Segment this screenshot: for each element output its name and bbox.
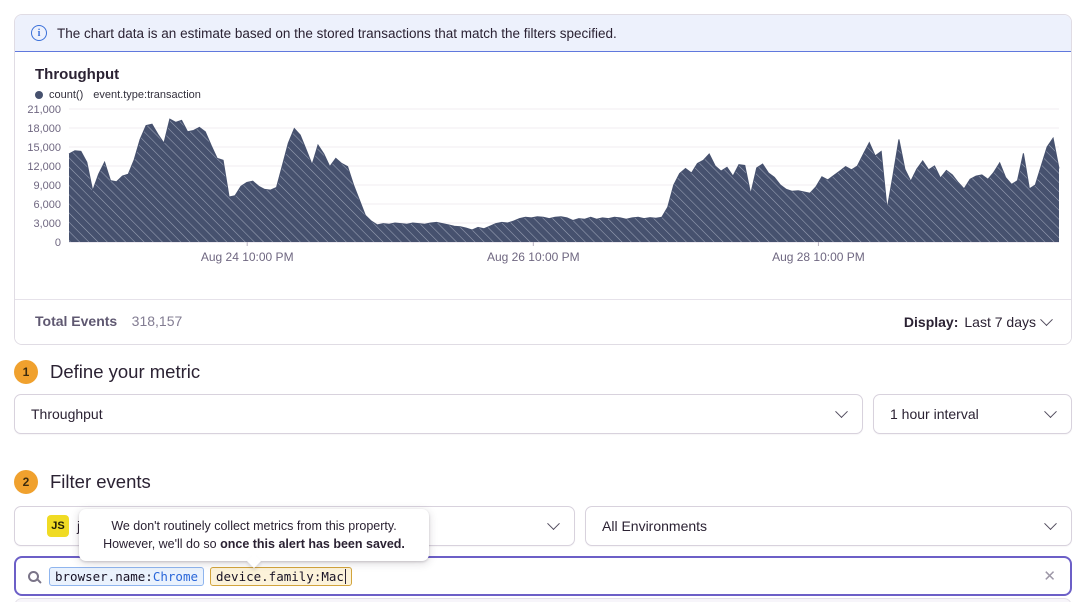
svg-text:12,000: 12,000 xyxy=(27,161,61,173)
search-token-list[interactable]: browser.name:Chrome device.family:Mac xyxy=(49,567,1033,586)
section-filter-events: 2 Filter events xyxy=(14,470,151,494)
step-2-badge: 2 xyxy=(14,470,38,494)
step-1-badge: 1 xyxy=(14,360,38,384)
info-banner: i The chart data is an estimate based on… xyxy=(15,15,1071,52)
svg-text:18,000: 18,000 xyxy=(27,123,61,135)
info-banner-text: The chart data is an estimate based on t… xyxy=(57,26,617,41)
throughput-area-chart: 0 3,000 6,000 9,000 12,000 15,000 18,000 21,000… xyxy=(21,101,1065,267)
interval-select-value: 1 hour interval xyxy=(890,406,979,422)
chevron-down-icon xyxy=(835,405,848,418)
section-2-title: Filter events xyxy=(50,471,151,493)
svg-text:9,000: 9,000 xyxy=(33,180,61,192)
display-value: Last 7 days xyxy=(964,314,1036,330)
legend-filter-label: event.type:transaction xyxy=(93,89,201,101)
interval-select[interactable]: 1 hour interval xyxy=(873,394,1072,434)
chart-legend: count() event.type:transaction xyxy=(21,89,1065,101)
chart-footer: Total Events 318,157 Display: Last 7 day… xyxy=(15,299,1071,344)
section-1-title: Define your metric xyxy=(50,361,200,383)
metric-select-value: Throughput xyxy=(31,406,103,422)
chevron-down-icon xyxy=(547,517,560,530)
svg-text:21,000: 21,000 xyxy=(27,104,61,116)
search-icon xyxy=(28,571,39,582)
tooltip-line1: We don't routinely collect metrics from … xyxy=(111,519,396,533)
svg-text:6,000: 6,000 xyxy=(33,199,61,211)
svg-text:Aug 26 10:00 PM: Aug 26 10:00 PM xyxy=(487,250,580,264)
filter-token[interactable]: device.family:Mac xyxy=(210,567,352,586)
environment-select[interactable]: All Environments xyxy=(585,506,1072,546)
total-events-value: 318,157 xyxy=(132,313,183,329)
next-panel-edge xyxy=(14,598,1072,602)
tooltip-line2: However, we'll do so xyxy=(103,537,220,551)
property-warning-tooltip: We don't routinely collect metrics from … xyxy=(79,509,429,561)
info-icon: i xyxy=(31,25,47,41)
metric-select[interactable]: Throughput xyxy=(14,394,863,434)
chevron-down-icon xyxy=(1044,405,1057,418)
environment-select-value: All Environments xyxy=(602,518,707,534)
legend-series-label: count() xyxy=(49,89,83,101)
chart-panel: i The chart data is an estimate based on… xyxy=(14,14,1072,345)
section-define-metric: 1 Define your metric xyxy=(14,360,200,384)
display-period-dropdown[interactable]: Display: Last 7 days xyxy=(904,314,1051,330)
javascript-platform-icon: JS xyxy=(47,515,69,537)
clear-search-icon[interactable]: ✕ xyxy=(1041,567,1058,586)
chevron-down-icon xyxy=(1044,517,1057,530)
series-dot-icon xyxy=(35,91,43,99)
filter-token[interactable]: browser.name:Chrome xyxy=(49,567,204,586)
filter-search-input[interactable]: browser.name:Chrome device.family:Mac ✕ xyxy=(14,556,1072,596)
chart-title: Throughput xyxy=(21,66,1065,83)
total-events-label: Total Events xyxy=(35,313,117,329)
svg-text:Aug 28 10:00 PM: Aug 28 10:00 PM xyxy=(772,250,865,264)
chevron-down-icon xyxy=(1040,313,1053,326)
tooltip-line2-bold: once this alert has been saved. xyxy=(220,537,405,551)
svg-text:Aug 24 10:00 PM: Aug 24 10:00 PM xyxy=(201,250,294,264)
total-events: Total Events 318,157 xyxy=(35,313,182,331)
chart-area: Throughput count() event.type:transactio… xyxy=(15,52,1071,272)
svg-text:0: 0 xyxy=(55,237,61,249)
svg-text:3,000: 3,000 xyxy=(33,218,61,230)
display-label: Display: xyxy=(904,314,958,330)
svg-text:15,000: 15,000 xyxy=(27,142,61,154)
